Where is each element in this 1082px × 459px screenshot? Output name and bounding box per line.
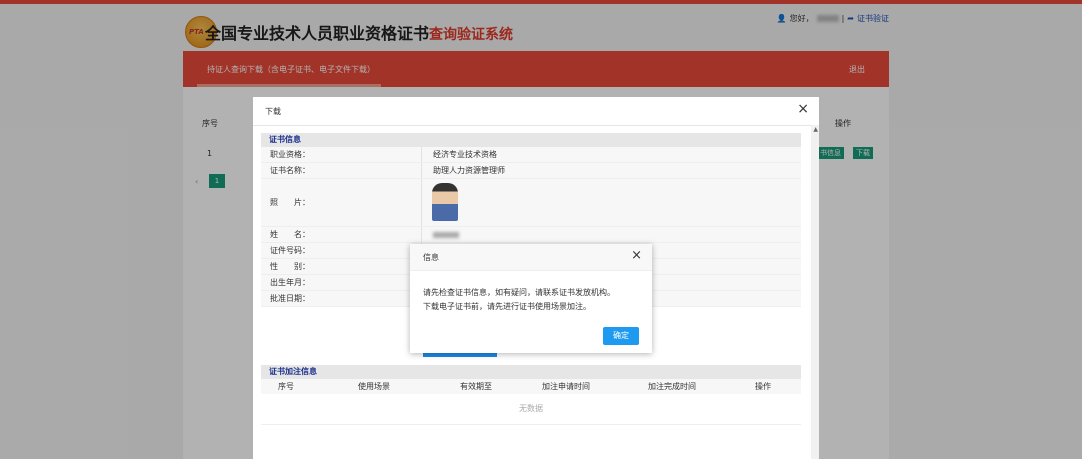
- download-modal-title: 下载: [265, 107, 281, 116]
- confirm-button[interactable]: 确定: [603, 327, 639, 345]
- reg-col-done-time: 加注完成时间: [648, 382, 696, 391]
- info-value: 助理人力资源管理师: [421, 163, 505, 178]
- download-modal-header: 下载 ×: [253, 97, 819, 126]
- info-label: 批准日期：: [270, 294, 310, 303]
- info-dialog-header: 信息 ×: [410, 244, 652, 271]
- info-label: 姓 名：: [270, 230, 310, 239]
- info-row-qualification: 职业资格： 经济专业技术资格: [261, 147, 801, 163]
- info-row-photo: 照 片：: [261, 179, 801, 227]
- info-row-name: 姓 名：: [261, 227, 801, 243]
- info-message-line1: 请先检查证书信息，如有疑问，请联系证书发放机构。: [423, 288, 615, 297]
- info-label: 性 别：: [270, 262, 310, 271]
- info-dialog-message: 请先检查证书信息，如有疑问，请联系证书发放机构。 下载电子证书前，请先进行证书使…: [423, 286, 615, 314]
- info-value: 经济专业技术资格: [421, 147, 497, 162]
- scroll-up-icon[interactable]: ▲: [813, 126, 818, 133]
- registration-table-header: 序号 使用场景 有效期至 加注申请时间 加注完成时间 操作: [261, 379, 801, 394]
- info-label: 职业资格：: [270, 150, 310, 159]
- info-dialog: 信息 × 请先检查证书信息，如有疑问，请联系证书发放机构。 下载电子证书前，请先…: [410, 244, 652, 353]
- modal-scrollbar[interactable]: [811, 125, 819, 459]
- info-label: 出生年月：: [270, 278, 310, 287]
- no-data-text: 无数据: [261, 394, 801, 425]
- info-dialog-title: 信息: [423, 253, 439, 262]
- registration-section-title: 证书加注信息: [261, 365, 801, 379]
- info-row-cert-name: 证书名称： 助理人力资源管理师: [261, 163, 801, 179]
- info-label: 照 片：: [270, 198, 310, 207]
- info-value: [421, 227, 459, 242]
- holder-photo: [432, 183, 458, 221]
- close-icon[interactable]: ×: [631, 249, 642, 263]
- reg-col-seq: 序号: [278, 382, 294, 391]
- registration-section: 证书加注信息 序号 使用场景 有效期至 加注申请时间 加注完成时间 操作 无数据: [261, 365, 801, 425]
- info-message-line2: 下载电子证书前，请先进行证书使用场景加注。: [423, 302, 591, 311]
- name-blurred: [433, 231, 459, 238]
- reg-col-apply-time: 加注申请时间: [542, 382, 590, 391]
- info-label: 证件号码：: [270, 246, 310, 255]
- reg-col-scene: 使用场景: [358, 382, 390, 391]
- reg-col-op: 操作: [755, 382, 771, 391]
- close-icon[interactable]: ×: [797, 102, 809, 116]
- cert-info-section-title: 证书信息: [261, 133, 801, 147]
- info-label: 证书名称：: [270, 166, 310, 175]
- reg-col-valid: 有效期至: [460, 382, 492, 391]
